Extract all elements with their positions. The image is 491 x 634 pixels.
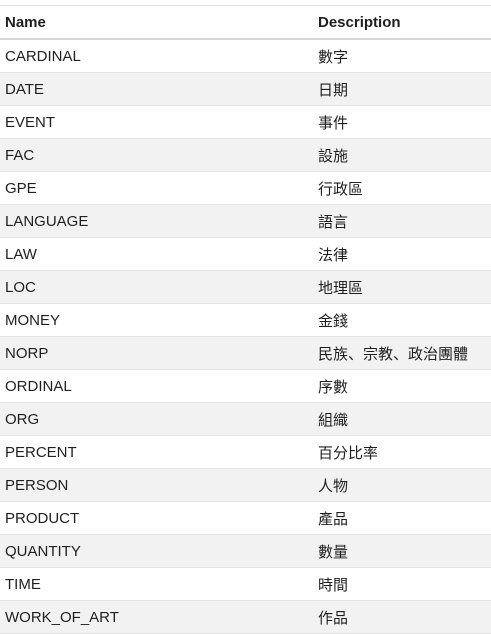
- table-row: QUANTITY 數量: [0, 535, 491, 568]
- entity-name-cell: TIME: [5, 575, 41, 593]
- entity-name-cell: QUANTITY: [5, 542, 81, 560]
- table-row: LOC 地理區: [0, 271, 491, 304]
- entity-name-cell: CARDINAL: [5, 47, 81, 65]
- table-body: CARDINAL 數字 DATE 日期 EVENT 事件 FAC 設施 GPE 行政區 LANGUA…: [0, 40, 491, 634]
- entity-name-cell: WORK_OF_ART: [5, 608, 119, 626]
- entity-description-cell: 法律: [318, 245, 349, 264]
- entity-name-cell: MONEY: [5, 311, 61, 329]
- table-row: CARDINAL 數字: [0, 40, 491, 73]
- entity-name-cell: PERSON: [5, 476, 69, 494]
- table-row: WORK_OF_ART 作品: [0, 601, 491, 634]
- entity-description-cell: 組織: [318, 410, 349, 429]
- table-row: TIME 時間: [0, 568, 491, 601]
- entity-description-cell: 日期: [318, 80, 349, 99]
- column-header-description: Description: [318, 13, 401, 31]
- entity-name-cell: ORG: [5, 410, 40, 428]
- entity-name-cell: EVENT: [5, 113, 56, 131]
- entity-description-cell: 設施: [318, 146, 349, 165]
- table-row: PERSON 人物: [0, 469, 491, 502]
- table-row: DATE 日期: [0, 73, 491, 106]
- entity-description-cell: 地理區: [318, 278, 364, 297]
- table-row: MONEY 金錢: [0, 304, 491, 337]
- entity-name-cell: DATE: [5, 80, 44, 98]
- table-row: NORP 民族、宗教、政治團體: [0, 337, 491, 370]
- entity-name-cell: LOC: [5, 278, 36, 296]
- entity-description-cell: 時間: [318, 575, 349, 594]
- table-row: LAW 法律: [0, 238, 491, 271]
- entity-name-cell: ORDINAL: [5, 377, 72, 395]
- entity-description-cell: 序數: [318, 377, 349, 396]
- entity-name-cell: GPE: [5, 179, 37, 197]
- entity-description-cell: 作品: [318, 608, 349, 627]
- entity-name-cell: LANGUAGE: [5, 212, 89, 230]
- column-header-name: Name: [5, 13, 46, 31]
- table-row: GPE 行政區: [0, 172, 491, 205]
- entity-name-cell: PRODUCT: [5, 509, 80, 527]
- entity-name-cell: NORP: [5, 344, 49, 362]
- table-header-row: Name Description: [0, 6, 491, 40]
- table-row: EVENT 事件: [0, 106, 491, 139]
- table-row: FAC 設施: [0, 139, 491, 172]
- entity-description-cell: 數量: [318, 542, 349, 561]
- entity-description-cell: 產品: [318, 509, 349, 528]
- entity-description-cell: 人物: [318, 476, 349, 495]
- table-row: PRODUCT 產品: [0, 502, 491, 535]
- entity-name-cell: FAC: [5, 146, 35, 164]
- table-row: ORG 組織: [0, 403, 491, 436]
- table-row: PERCENT 百分比率: [0, 436, 491, 469]
- table-row: LANGUAGE 語言: [0, 205, 491, 238]
- table-row: ORDINAL 序數: [0, 370, 491, 403]
- entity-description-cell: 百分比率: [318, 443, 379, 462]
- entity-table: Name Description CARDINAL 數字 DATE 日期 EVENT 事件…: [0, 5, 491, 634]
- entity-description-cell: 數字: [318, 47, 349, 66]
- entity-description-cell: 民族、宗教、政治團體: [318, 344, 469, 363]
- entity-description-cell: 語言: [318, 212, 349, 231]
- entity-description-cell: 金錢: [318, 311, 349, 330]
- entity-description-cell: 行政區: [318, 179, 364, 198]
- entity-name-cell: PERCENT: [5, 443, 77, 461]
- entity-name-cell: LAW: [5, 245, 37, 263]
- entity-description-cell: 事件: [318, 113, 349, 132]
